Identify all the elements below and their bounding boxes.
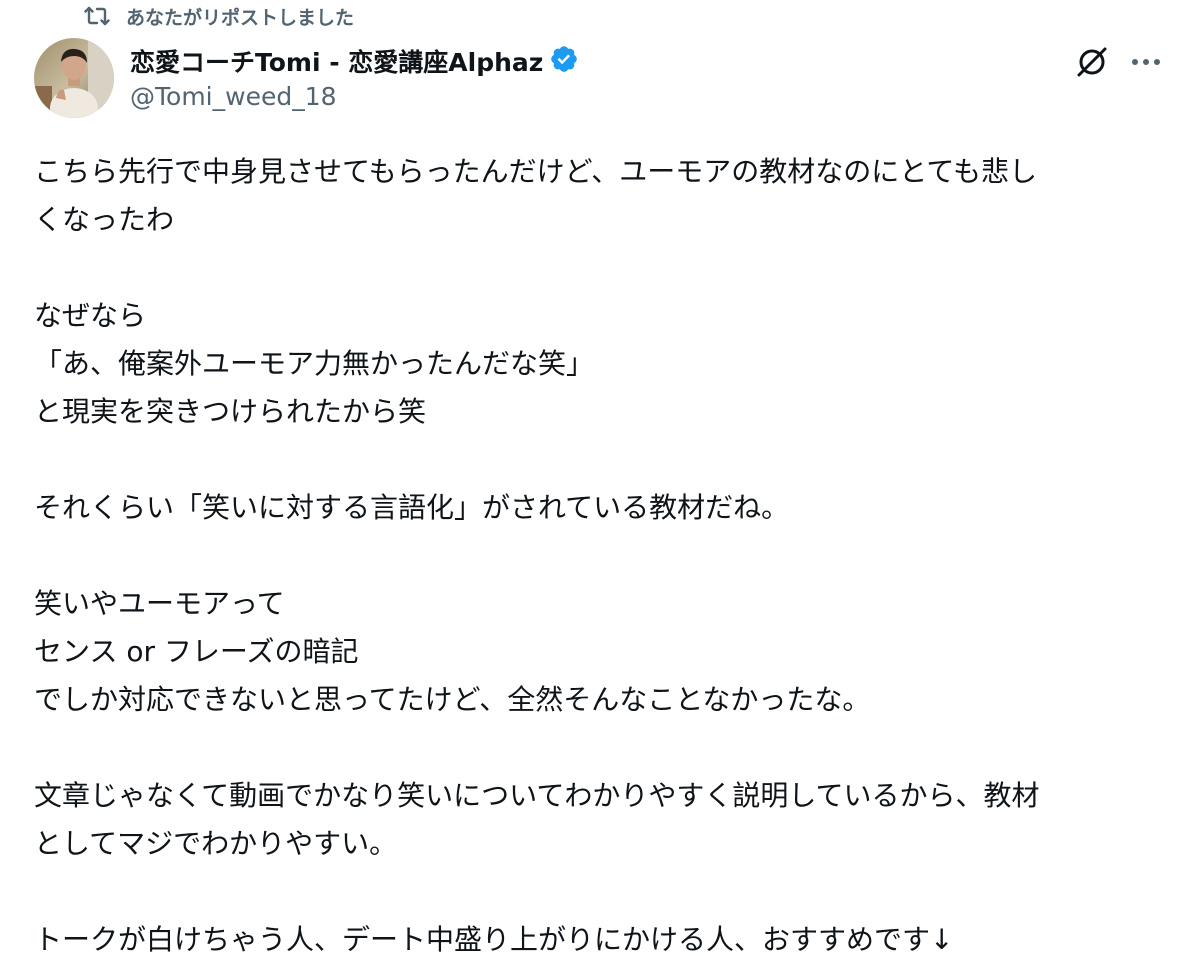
grok-icon[interactable] (1072, 42, 1112, 82)
verified-badge-icon[interactable] (549, 44, 579, 78)
post-line: なぜなら (34, 299, 147, 332)
post-line: 「あ、俺案外ユーモア力無かったんだな笑」 (34, 347, 595, 380)
author-handle[interactable]: @Tomi_weed_18 (130, 82, 579, 111)
author-display-name[interactable]: 恋愛コーチTomi - 恋愛講座Alphaz (130, 43, 543, 79)
post-card[interactable]: あなたがリポストしました 恋愛コーチTomi - 恋愛講座Alphaz @Tom… (0, 0, 1198, 972)
post-line-blank (34, 724, 1174, 772)
post-line: でしか対応できないと思ってたけど、全然そんなことなかったな。 (34, 683, 871, 716)
post-line: と現実を突きつけられたから笑 (34, 395, 427, 428)
post-line-blank (34, 436, 1174, 484)
post-line: としてマジでわかりやすい。 (34, 827, 398, 860)
post-line: センス or フレーズの暗記 (34, 635, 359, 668)
post-line-blank (34, 532, 1174, 580)
repost-label: あなたがリポストしました (126, 6, 355, 29)
repost-icon (84, 5, 110, 27)
post-line: それくらい「笑いに対する言語化」がされている教材だね。 (34, 491, 790, 524)
post-line: 笑いやユーモアって (34, 587, 285, 620)
author-header[interactable]: 恋愛コーチTomi - 恋愛講座Alphaz @Tomi_weed_18 (130, 42, 579, 111)
post-body: こちら先行で中身見させてもらったんだけど、ユーモアの教材なのにとても悲し くなっ… (34, 148, 1174, 964)
more-icon[interactable] (1126, 42, 1166, 82)
post-line: こちら先行で中身見させてもらったんだけど、ユーモアの教材なのにとても悲し (34, 155, 1037, 188)
post-line: 文章じゃなくて動画でかなり笑いについてわかりやすく説明しているから、教材 (34, 779, 1040, 812)
post-line-blank (34, 868, 1174, 916)
repost-indicator[interactable]: あなたがリポストしました (84, 2, 354, 30)
post-line: トークが白けちゃう人、デート中盛り上がりにかける人、おすすめです↓ (34, 923, 954, 956)
avatar[interactable] (34, 38, 114, 118)
post-line: くなったわ (34, 203, 175, 236)
post-line-blank (34, 244, 1174, 292)
